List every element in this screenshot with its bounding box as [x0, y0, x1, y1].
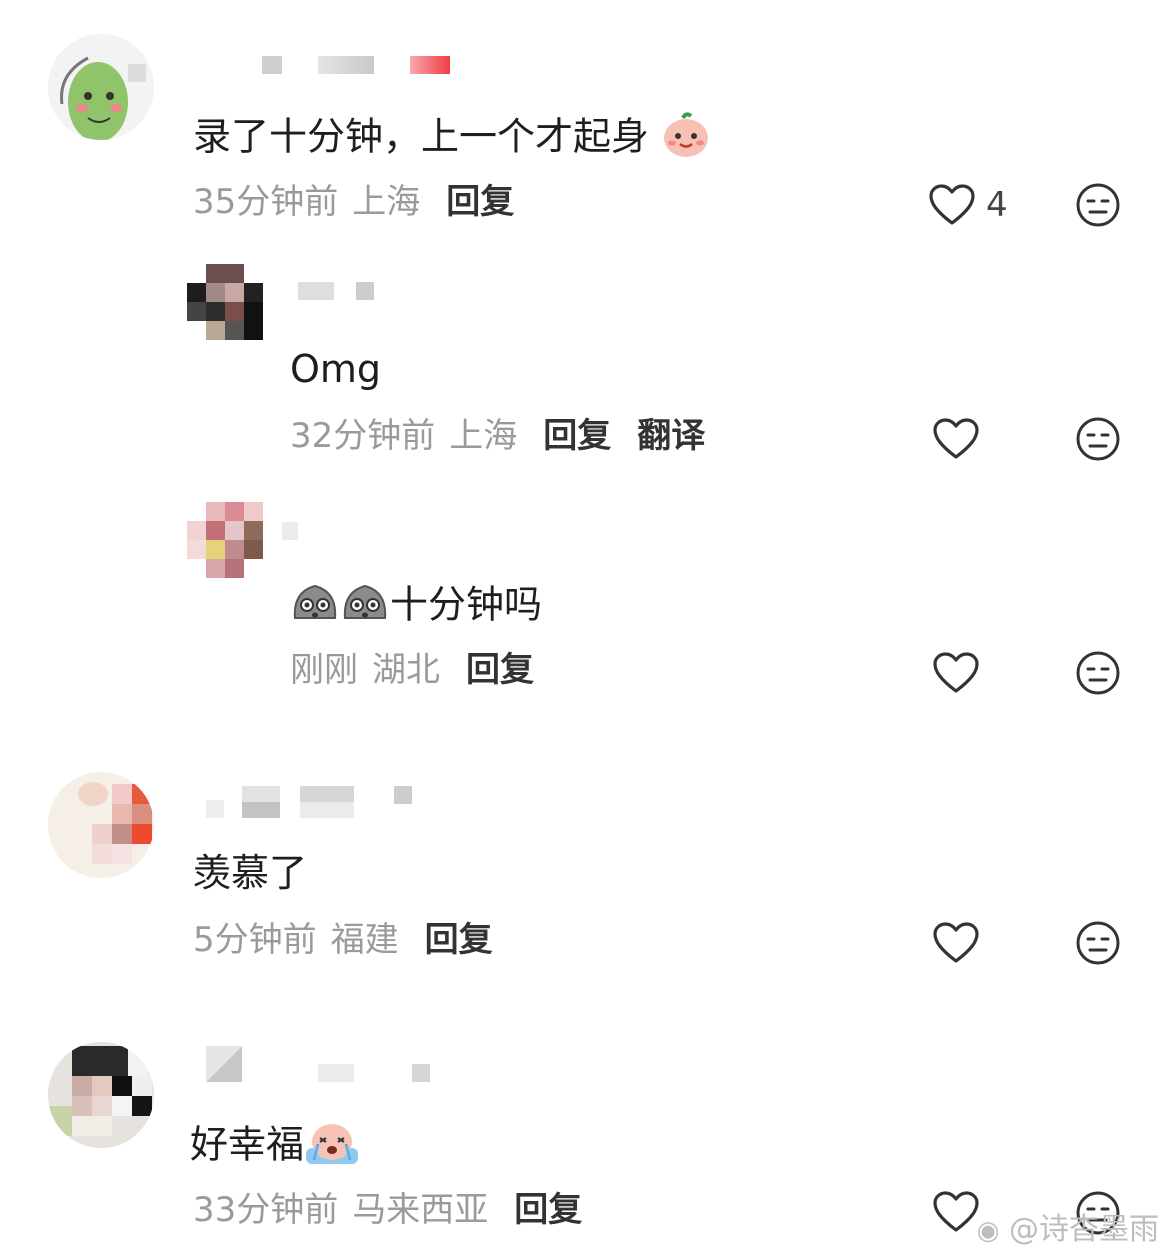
- like-count: 4: [986, 185, 1008, 225]
- comment-text-content: Omg: [290, 347, 382, 391]
- username-blur[interactable]: [412, 1064, 430, 1082]
- username-blur[interactable]: [318, 56, 374, 74]
- comment-meta: 33分钟前 马来西亚 回复: [193, 1190, 582, 1230]
- comment-text: 羡慕了: [193, 850, 307, 896]
- reply-button[interactable]: 回复: [425, 920, 493, 960]
- like-button[interactable]: 4: [928, 183, 1008, 227]
- dislike-face-icon: [1076, 183, 1120, 227]
- dislike-face-icon: [1076, 921, 1120, 965]
- reply-button[interactable]: 回复: [543, 416, 611, 456]
- weibo-watermark: ◉ @诗杳墨雨: [977, 1204, 1159, 1248]
- like-button[interactable]: [932, 921, 980, 965]
- username-blur[interactable]: [242, 786, 280, 818]
- comment-location: 马来西亚: [352, 1190, 489, 1230]
- user-badge: [410, 56, 450, 74]
- comment-text: 好幸福: [190, 1118, 360, 1176]
- weibo-logo-icon: ◉: [976, 1216, 1000, 1246]
- avatar[interactable]: [48, 772, 154, 878]
- comment-text: Omg: [290, 346, 381, 392]
- dislike-button[interactable]: [1075, 416, 1121, 462]
- heart-outline-icon: [933, 1191, 979, 1232]
- reply-button[interactable]: 回复: [446, 182, 514, 222]
- peach-emoji: [661, 110, 711, 168]
- avatar[interactable]: [48, 1042, 154, 1148]
- comment-location: 上海: [449, 416, 518, 456]
- comment-meta: 5分钟前 福建 回复: [193, 920, 493, 960]
- reply-button[interactable]: 回复: [466, 650, 534, 690]
- username-blur[interactable]: [318, 1064, 354, 1082]
- comment-location: 上海: [352, 182, 421, 222]
- comment-time: 35分钟前: [193, 182, 339, 222]
- username-blur[interactable]: [356, 282, 374, 300]
- dislike-face-icon: [1076, 651, 1120, 695]
- comment-location: 湖北: [372, 650, 440, 690]
- comment-text: 十分钟吗: [290, 578, 542, 636]
- dislike-button[interactable]: [1075, 650, 1121, 696]
- comment-meta: 刚刚 湖北 回复: [290, 650, 534, 690]
- dislike-button[interactable]: [1075, 182, 1121, 228]
- heart-outline-icon: [933, 418, 979, 459]
- reply-button[interactable]: 回复: [514, 1190, 582, 1230]
- avatar[interactable]: [48, 34, 154, 140]
- comment-text-content: 十分钟吗: [390, 582, 543, 627]
- comment-time: 33分钟前: [193, 1190, 339, 1230]
- username-blur[interactable]: [206, 1046, 242, 1082]
- crying-emoji: [304, 1118, 360, 1176]
- comment-text-content: 羡慕了: [193, 851, 308, 895]
- username-blur[interactable]: [262, 56, 282, 74]
- watermark-text: @诗杳墨雨: [1009, 1212, 1159, 1247]
- comment-meta: 32分钟前 上海 回复 翻译: [290, 416, 705, 456]
- comment-time: 5分钟前: [193, 920, 317, 960]
- comment-location: 福建: [330, 920, 399, 960]
- comment-time: 32分钟前: [290, 416, 436, 456]
- username-blur[interactable]: [282, 522, 298, 540]
- rock-face-emoji: [290, 578, 340, 636]
- comment-text: 录了十分钟，上一个才起身: [193, 110, 711, 168]
- like-button[interactable]: [932, 417, 980, 461]
- username-blur[interactable]: [206, 800, 224, 818]
- comment-meta: 35分钟前 上海 回复: [193, 182, 514, 222]
- avatar[interactable]: [187, 502, 263, 578]
- comment-text-content: 好幸福: [190, 1122, 305, 1167]
- comment-text-content: 录了十分钟，上一个才起身: [193, 114, 650, 159]
- heart-outline-icon: [933, 922, 979, 963]
- dislike-button[interactable]: [1075, 920, 1121, 966]
- heart-outline-icon: [933, 652, 979, 693]
- translate-button[interactable]: 翻译: [637, 416, 705, 456]
- like-button[interactable]: [932, 651, 980, 695]
- username-blur[interactable]: [298, 282, 334, 300]
- dislike-face-icon: [1076, 417, 1120, 461]
- username-blur[interactable]: [394, 786, 412, 804]
- rock-face-emoji: [340, 578, 390, 636]
- avatar-image: [48, 34, 154, 140]
- heart-outline-icon: [929, 184, 975, 225]
- like-button[interactable]: [932, 1190, 980, 1234]
- username-blur[interactable]: [300, 786, 354, 818]
- comment-time: 刚刚: [290, 650, 358, 690]
- avatar[interactable]: [187, 264, 263, 340]
